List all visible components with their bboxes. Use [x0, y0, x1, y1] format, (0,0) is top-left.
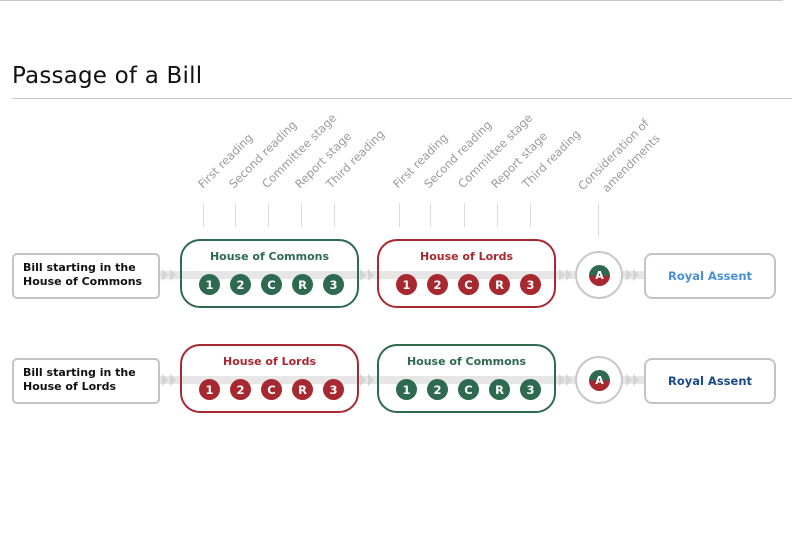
stage-first-reading: 1 [199, 274, 220, 295]
house-name: House of Commons [406, 355, 527, 368]
arrow-icon [559, 269, 565, 281]
start-box: Bill starting in the House of Commons [12, 253, 160, 299]
stage-first-reading: 1 [199, 379, 220, 400]
start-line-1: Bill starting in the [23, 261, 136, 274]
tick [598, 203, 599, 237]
stage-report: R [292, 274, 313, 295]
arrow-icon [170, 269, 176, 281]
tick [530, 203, 531, 227]
arrow-icon [162, 374, 168, 386]
title-divider [12, 98, 792, 99]
stage-committee: C [261, 274, 282, 295]
stage-third-reading: 3 [520, 379, 541, 400]
tick [203, 203, 204, 227]
stage-report: R [489, 274, 510, 295]
amendments-stage: A [575, 356, 623, 404]
start-line-1: Bill starting in the [23, 366, 136, 379]
arrow-icon [566, 269, 572, 281]
arrow-icon [566, 374, 572, 386]
royal-assent-box: Royal Assent [644, 358, 776, 404]
stage-committee: C [458, 379, 479, 400]
stage-committee: C [261, 379, 282, 400]
stage-third-reading: 3 [323, 379, 344, 400]
tick [334, 203, 335, 227]
tick [497, 203, 498, 227]
arrow-icon [170, 374, 176, 386]
tick [399, 203, 400, 227]
start-box: Bill starting in the House of Lords [12, 358, 160, 404]
start-line-2: House of Commons [23, 275, 143, 288]
arrow-icon [368, 374, 374, 386]
house-name: House of Commons [209, 250, 330, 263]
top-divider [0, 0, 783, 1]
arrow-icon [162, 269, 168, 281]
house-name: House of Lords [419, 250, 514, 263]
tick [235, 203, 236, 227]
stage-second-reading: 2 [427, 379, 448, 400]
arrow-icon [360, 269, 366, 281]
house-of-commons-box: House of Commons 1 2 C R 3 [377, 344, 556, 413]
stage-second-reading: 2 [427, 274, 448, 295]
amendments-dot: A [589, 265, 610, 286]
page-title: Passage of a Bill [12, 63, 203, 89]
tick [301, 203, 302, 227]
stage-third-reading: 3 [323, 274, 344, 295]
tick [268, 203, 269, 227]
house-of-lords-box: House of Lords 1 2 C R 3 [180, 344, 359, 413]
stage-first-reading: 1 [396, 379, 417, 400]
lords-start-flow: Bill starting in the House of Lords Hous… [0, 344, 800, 414]
stage-second-reading: 2 [230, 274, 251, 295]
house-of-commons-box: House of Commons 1 2 C R 3 [180, 239, 359, 308]
house-name: House of Lords [222, 355, 317, 368]
stage-first-reading: 1 [396, 274, 417, 295]
stage-third-reading: 3 [520, 274, 541, 295]
tick [430, 203, 431, 227]
house-of-lords-box: House of Lords 1 2 C R 3 [377, 239, 556, 308]
stage-committee: C [458, 274, 479, 295]
amendments-stage: A [575, 251, 623, 299]
arrow-icon [626, 269, 632, 281]
stage-report: R [489, 379, 510, 400]
royal-assent-box: Royal Assent [644, 253, 776, 299]
arrow-icon [626, 374, 632, 386]
stage-report: R [292, 379, 313, 400]
arrow-icon [633, 269, 639, 281]
arrow-icon [360, 374, 366, 386]
tick [464, 203, 465, 227]
commons-start-flow: Bill starting in the House of Commons Ho… [0, 239, 800, 309]
stage-second-reading: 2 [230, 379, 251, 400]
amendments-dot: A [589, 370, 610, 391]
arrow-icon [633, 374, 639, 386]
arrow-icon [559, 374, 565, 386]
start-line-2: House of Lords [23, 380, 117, 393]
arrow-icon [368, 269, 374, 281]
